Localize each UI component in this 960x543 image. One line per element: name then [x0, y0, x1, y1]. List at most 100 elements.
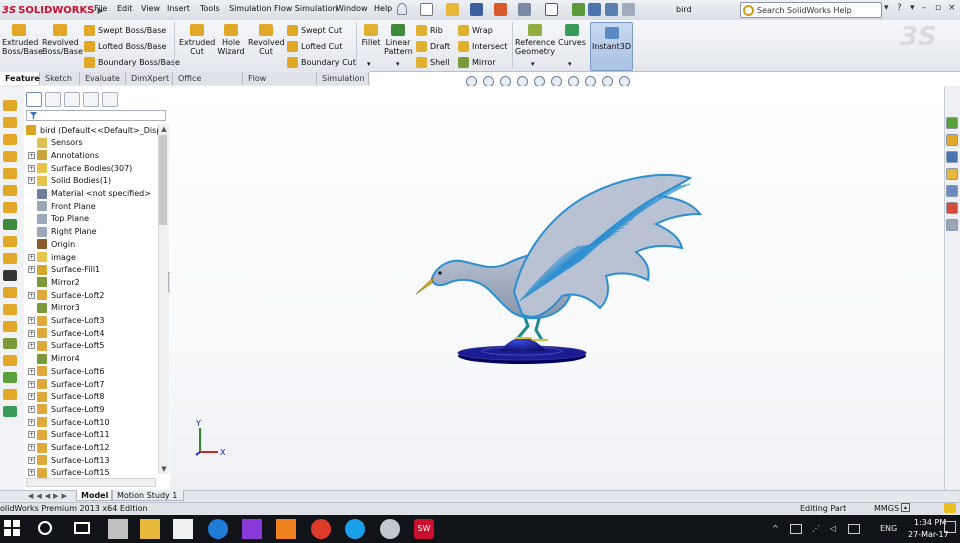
minimize-icon[interactable]: –: [922, 3, 927, 13]
tab-sketch[interactable]: Sketch: [40, 72, 80, 85]
tab-simulation[interactable]: Simulation: [317, 72, 369, 85]
swept-cut-button[interactable]: Swept Cut: [287, 23, 342, 37]
tab-evaluate[interactable]: Evaluate: [80, 72, 126, 85]
design-library-icon[interactable]: [946, 134, 958, 146]
tree-item[interactable]: Mirror2: [28, 276, 80, 288]
tree-filter-input[interactable]: [26, 110, 166, 121]
scroll-down-icon[interactable]: ▼: [159, 465, 169, 473]
simulation-advisor-icon[interactable]: [946, 219, 958, 231]
clock-date[interactable]: 27-Mar-17: [908, 530, 949, 539]
edge-browser-icon[interactable]: [208, 519, 228, 539]
tab-dimxpert[interactable]: DimXpert: [126, 72, 173, 85]
bird-wing[interactable]: [512, 173, 703, 318]
expand-toggle-icon[interactable]: +: [28, 444, 35, 451]
revolved-boss-button[interactable]: Revolved Boss/Base: [42, 22, 83, 56]
mirror-button[interactable]: Mirror: [458, 55, 496, 69]
menu-tools[interactable]: Tools: [200, 4, 220, 13]
feature-tool-icon[interactable]: [3, 270, 17, 281]
boundary-cut-button[interactable]: Boundary Cut: [287, 55, 356, 69]
solidworks-taskbar-icon[interactable]: SW: [414, 519, 434, 539]
curves-dropdown-icon[interactable]: ▾: [568, 60, 572, 68]
dimxpert-manager-tab-icon[interactable]: [83, 92, 99, 107]
feature-tool-icon[interactable]: [3, 321, 17, 332]
tree-item[interactable]: bird (Default<<Default>_Displ: [26, 124, 164, 136]
feature-tool-icon[interactable]: [3, 406, 17, 417]
property-manager-tab-icon[interactable]: [45, 92, 61, 107]
menu-help[interactable]: Help: [374, 4, 392, 13]
tree-item[interactable]: + Surface Bodies(307): [28, 162, 132, 174]
tree-item[interactable]: + Surface-Loft11: [28, 429, 110, 441]
expand-toggle-icon[interactable]: +: [28, 456, 35, 464]
rebuild-icon[interactable]: [572, 3, 585, 16]
search-input[interactable]: Search SolidWorks Help: [757, 6, 852, 15]
show-hidden-icons-icon[interactable]: ^: [772, 524, 779, 533]
tree-item[interactable]: + Surface-Loft5: [28, 340, 104, 352]
tree-item[interactable]: + Surface-Loft2: [28, 289, 104, 301]
extruded-cut-button[interactable]: Extruded Cut: [179, 22, 215, 56]
tree-item[interactable]: Mirror3: [28, 302, 80, 314]
tab-office-products[interactable]: Office Products: [173, 72, 243, 96]
store-icon[interactable]: [173, 519, 193, 539]
feature-tool-icon[interactable]: [3, 151, 17, 162]
appearances-icon[interactable]: [946, 185, 958, 197]
fillet-button[interactable]: Fillet: [360, 22, 382, 47]
help-dropdown-icon[interactable]: ▾: [910, 3, 915, 13]
reference-geometry-button[interactable]: Reference Geometry: [515, 22, 555, 56]
undo-icon[interactable]: [518, 3, 531, 16]
windows-start-icon[interactable]: [4, 520, 20, 536]
curves-button[interactable]: Curves: [558, 22, 586, 47]
feature-tool-icon[interactable]: [3, 134, 17, 145]
tree-item[interactable]: Origin: [28, 238, 75, 250]
feature-tool-icon[interactable]: [3, 389, 17, 400]
tree-item[interactable]: + Surface-Loft12: [28, 442, 110, 454]
search-dropdown-icon[interactable]: ▾: [884, 3, 889, 13]
feature-tool-icon[interactable]: [3, 253, 17, 264]
shell-button[interactable]: Shell: [416, 55, 450, 69]
file-explorer-icon[interactable]: [946, 151, 958, 163]
view-palette-icon[interactable]: [946, 168, 958, 180]
tree-item[interactable]: Material <not specified>: [28, 188, 151, 200]
expand-toggle-icon[interactable]: +: [28, 151, 35, 159]
tree-item[interactable]: + Surface-Loft8: [28, 391, 104, 403]
network-icon[interactable]: ⋰: [812, 524, 820, 533]
feature-tool-icon[interactable]: [3, 372, 17, 383]
scroll-up-icon[interactable]: ▲: [159, 125, 169, 133]
expand-toggle-icon[interactable]: +: [28, 431, 35, 439]
feature-tool-icon[interactable]: [3, 185, 17, 196]
expand-toggle-icon[interactable]: +: [28, 177, 35, 185]
expand-toggle-icon[interactable]: +: [28, 291, 35, 299]
tree-item[interactable]: + Surface-Loft6: [28, 365, 104, 377]
expand-toggle-icon[interactable]: +: [28, 418, 35, 426]
boundary-boss-button[interactable]: Boundary Boss/Base: [84, 55, 180, 69]
menu-insert[interactable]: Insert: [167, 4, 190, 13]
tree-item[interactable]: + image: [28, 251, 76, 263]
expand-toggle-icon[interactable]: +: [28, 253, 35, 261]
app-ball-icon[interactable]: [380, 519, 400, 539]
rebuild-status-icon[interactable]: [944, 503, 956, 513]
feature-tool-icon[interactable]: [3, 236, 17, 247]
close-icon[interactable]: ×: [948, 3, 956, 13]
expand-toggle-icon[interactable]: +: [28, 405, 35, 413]
tab-model[interactable]: Model: [76, 490, 112, 501]
restore-icon[interactable]: ▫: [935, 3, 941, 13]
clock-time[interactable]: 1:34 PM: [914, 518, 946, 527]
feature-tool-icon[interactable]: [3, 117, 17, 128]
hole-wizard-button[interactable]: Hole Wizard: [217, 22, 245, 56]
tab-motion-study-1[interactable]: Motion Study 1: [112, 490, 184, 501]
revolved-cut-button[interactable]: Revolved Cut: [248, 22, 285, 56]
tree-item[interactable]: + Surface-Loft4: [28, 327, 104, 339]
feature-tool-icon[interactable]: [3, 304, 17, 315]
configuration-manager-tab-icon[interactable]: [64, 92, 80, 107]
search-box[interactable]: Search SolidWorks Help: [740, 2, 882, 18]
reference-geometry-dropdown-icon[interactable]: ▾: [531, 60, 535, 68]
display-manager-tab-icon[interactable]: [102, 92, 118, 107]
tree-scrollbar-thumb[interactable]: [159, 135, 167, 225]
linear-pattern-button[interactable]: Linear Pattern: [384, 22, 413, 56]
file-explorer-taskbar-icon[interactable]: [140, 519, 160, 539]
action-center-icon[interactable]: [944, 521, 956, 533]
tree-horizontal-scrollbar[interactable]: [26, 478, 156, 487]
tree-item[interactable]: Mirror4: [28, 353, 80, 365]
tree-item[interactable]: + Surface-Loft13: [28, 454, 110, 466]
help-icon[interactable]: ?: [897, 3, 902, 13]
options-icon[interactable]: [605, 3, 618, 16]
